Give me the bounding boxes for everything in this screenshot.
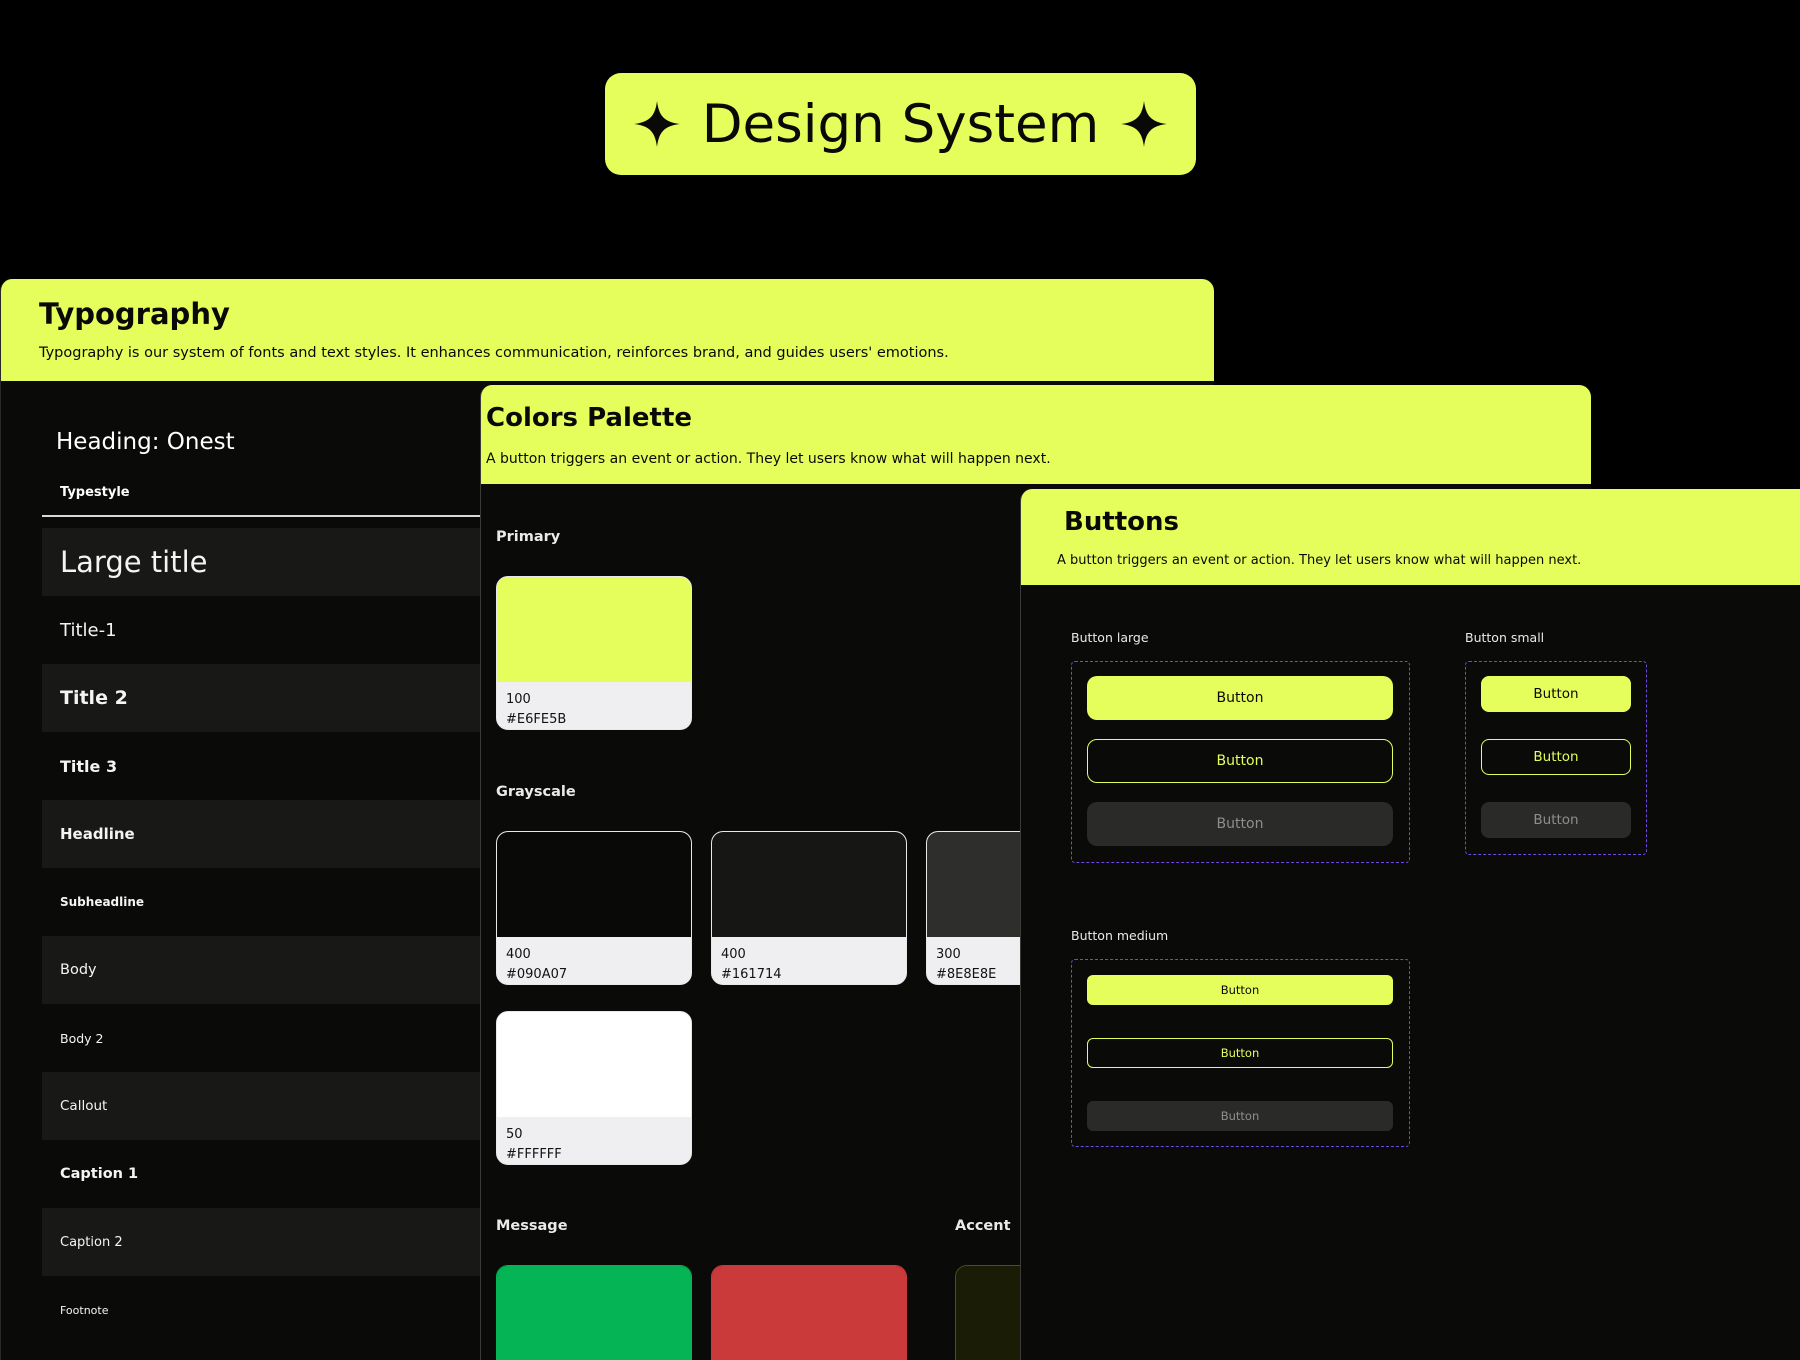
button-medium-group: Button Button Button xyxy=(1071,959,1410,1147)
buttons-description: A button triggers an event or action. Th… xyxy=(1057,553,1582,568)
swatch-hex: #161714 xyxy=(721,967,782,982)
swatch-weight: 400 xyxy=(721,947,746,962)
swatch-hex: #E6FE5B xyxy=(506,712,567,727)
swatch-meta: 50 #FFFFFF xyxy=(497,1117,691,1164)
typestyle-list: Large title Title-1 Title 2 Title 3 Head… xyxy=(42,528,482,1344)
typestyle-row: Title-1 xyxy=(60,619,117,641)
primary-label: Primary xyxy=(496,529,561,545)
disabled-button-large[interactable]: Button xyxy=(1087,802,1393,846)
disabled-button-medium[interactable]: Button xyxy=(1087,1101,1393,1131)
color-chip xyxy=(497,1012,691,1117)
swatch-meta: 400 #161714 xyxy=(712,937,906,984)
outline-button-medium[interactable]: Button xyxy=(1087,1038,1393,1068)
column-divider xyxy=(42,515,482,517)
color-swatch-gray-400-b[interactable]: 400 #161714 xyxy=(711,831,907,985)
color-swatch-gray-50[interactable]: 50 #FFFFFF xyxy=(496,1011,692,1165)
typestyle-row: Body xyxy=(42,936,482,1004)
swatch-hex: #090A07 xyxy=(506,967,568,982)
color-chip xyxy=(712,1266,906,1360)
message-label: Message xyxy=(496,1218,568,1234)
color-chip xyxy=(712,832,906,937)
swatch-weight: 100 xyxy=(506,692,531,707)
outline-button-small[interactable]: Button xyxy=(1481,739,1631,775)
button-small-label: Button small xyxy=(1465,630,1545,645)
colors-description: A button triggers an event or action. Th… xyxy=(486,451,1051,467)
typestyle-row: Body 2 xyxy=(60,1030,104,1046)
typestyle-column-header: Typestyle xyxy=(60,485,130,500)
primary-button-medium[interactable]: Button xyxy=(1087,975,1393,1005)
accent-label: Accent xyxy=(955,1218,1011,1234)
button-large-group: Button Button Button xyxy=(1071,661,1410,863)
colors-title: Colors Palette xyxy=(486,403,693,433)
buttons-title: Buttons xyxy=(1064,507,1180,537)
color-swatch-gray-400[interactable]: 400 #090A07 xyxy=(496,831,692,985)
buttons-panel: Buttons A button triggers an event or ac… xyxy=(1020,489,1800,1360)
typestyle-row: Caption 1 xyxy=(60,1166,139,1182)
button-medium-label: Button medium xyxy=(1071,928,1169,943)
typestyle-row: Large title xyxy=(42,528,482,596)
grayscale-label: Grayscale xyxy=(496,784,576,800)
primary-button-small[interactable]: Button xyxy=(1481,676,1631,712)
color-swatch-primary-100[interactable]: 100 #E6FE5B xyxy=(496,576,692,730)
swatch-meta: 100 #E6FE5B xyxy=(497,682,691,729)
typography-header: Typography Typography is our system of f… xyxy=(1,279,1214,381)
typestyle-row: Title 2 xyxy=(42,664,482,732)
typestyle-row: Callout xyxy=(42,1072,482,1140)
page-title: Design System xyxy=(701,93,1100,155)
color-chip xyxy=(497,832,691,937)
design-system-badge: Design System xyxy=(605,73,1196,175)
swatch-weight: 400 xyxy=(506,947,531,962)
four-point-star-icon xyxy=(1121,101,1168,147)
swatch-hex: #FFFFFF xyxy=(506,1147,562,1162)
buttons-header: Buttons A button triggers an event or ac… xyxy=(1021,489,1800,585)
color-chip xyxy=(497,577,691,682)
colors-header: Colors Palette A button triggers an even… xyxy=(481,385,1591,484)
swatch-meta: 400 #090A07 xyxy=(497,937,691,984)
typography-title: Typography xyxy=(39,297,230,331)
color-swatch-success[interactable] xyxy=(496,1265,692,1360)
typestyle-row: Caption 2 xyxy=(42,1208,482,1276)
disabled-button-small[interactable]: Button xyxy=(1481,802,1631,838)
primary-button-large[interactable]: Button xyxy=(1087,676,1393,720)
heading-font-label: Heading: Onest xyxy=(56,429,235,455)
swatch-weight: 50 xyxy=(506,1127,523,1142)
typestyle-row: Headline xyxy=(42,800,482,868)
color-chip xyxy=(497,1266,691,1360)
four-point-star-icon xyxy=(633,101,680,147)
typestyle-row: Subheadline xyxy=(60,895,145,909)
typography-description: Typography is our system of fonts and te… xyxy=(39,345,949,361)
typestyle-row: Title 3 xyxy=(60,756,118,776)
color-swatch-error[interactable] xyxy=(711,1265,907,1360)
button-large-label: Button large xyxy=(1071,630,1149,645)
typestyle-row: Footnote xyxy=(60,1303,109,1317)
button-small-group: Button Button Button xyxy=(1465,661,1647,855)
outline-button-large[interactable]: Button xyxy=(1087,739,1393,783)
